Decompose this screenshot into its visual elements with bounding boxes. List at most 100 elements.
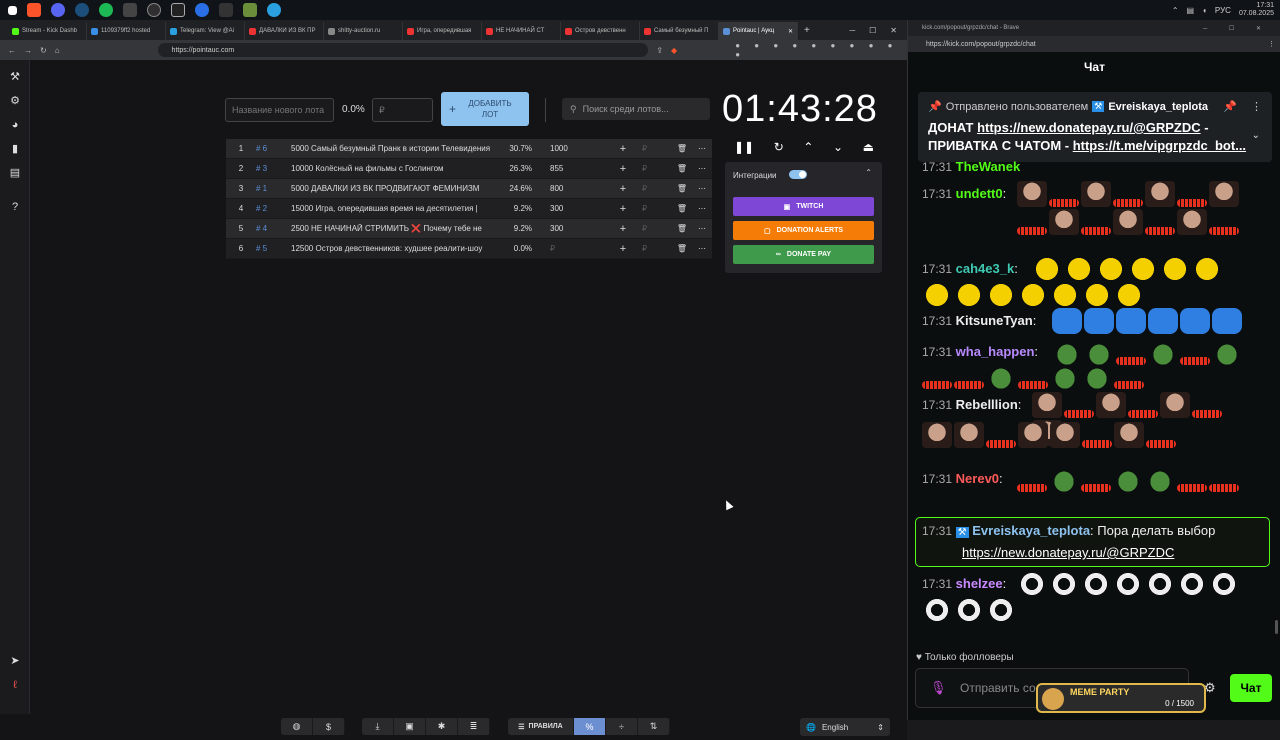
bug-icon[interactable]: ✱ bbox=[426, 718, 458, 735]
message-user[interactable]: cah4e3_k bbox=[956, 261, 1015, 276]
reload-icon[interactable]: ↻ bbox=[40, 46, 47, 55]
url-field[interactable]: https://pointauc.com bbox=[157, 43, 649, 57]
row-add-input[interactable]: ₽ bbox=[634, 144, 664, 153]
back-icon[interactable]: ← bbox=[8, 46, 16, 55]
table-row[interactable]: 1 # 6 5000 Самый безумный Пранк в истори… bbox=[226, 139, 712, 159]
twitch-button[interactable]: ▣ TWITCH bbox=[733, 197, 874, 216]
row-name[interactable]: 5000 ДАВАЛКИ ИЗ ВК ПРОДВИГАЮТ ФЕМИНИЗМ bbox=[291, 184, 497, 193]
auction-hammer-icon[interactable]: ⚒ bbox=[8, 70, 22, 84]
tab-hosted[interactable]: 1109379ff2 hosted bbox=[87, 22, 166, 40]
address-bar[interactable]: https://kick.com/popout/grpzdc/chat ⋮ bbox=[908, 36, 1280, 52]
delete-icon[interactable]: 🗑 bbox=[672, 184, 692, 193]
row-name[interactable]: 15000 Игра, опередившая время на десятил… bbox=[291, 204, 497, 213]
more-icon[interactable]: ⋯ bbox=[692, 224, 712, 233]
gear-icon[interactable]: ⚙ bbox=[8, 94, 22, 108]
new-lot-name-input[interactable] bbox=[225, 98, 334, 122]
row-amount-input[interactable]: ₽ bbox=[542, 244, 590, 253]
pinned-user[interactable]: Evreiskaya_teplota bbox=[1108, 101, 1208, 113]
window-controls[interactable]: ─ ☐ ✕ bbox=[1203, 25, 1280, 32]
row-add-input[interactable]: ₽ bbox=[634, 224, 664, 233]
tab-pointauc[interactable]: Pointauc | Аукц ✕ bbox=[719, 22, 798, 40]
tab-kick-dashboard[interactable]: Stream - Kick Dashb bbox=[8, 22, 87, 40]
row-id[interactable]: # 5 bbox=[256, 244, 291, 253]
volume-icon[interactable]: ◖ bbox=[1202, 6, 1207, 15]
message-user[interactable]: KitsuneTyan bbox=[956, 313, 1033, 328]
delete-icon[interactable]: 🗑 bbox=[672, 244, 692, 253]
delete-icon[interactable]: 🗑 bbox=[672, 144, 692, 153]
chevron-down-icon[interactable]: ⌄ bbox=[1252, 130, 1260, 141]
microphone-icon[interactable]: 🎙 bbox=[930, 680, 947, 696]
home-icon[interactable]: ⌂ bbox=[55, 46, 60, 55]
app-icon-green[interactable] bbox=[243, 3, 257, 17]
telegram-icon[interactable]: ➤ bbox=[8, 654, 22, 668]
reset-icon[interactable]: ↻ bbox=[774, 140, 784, 156]
table-row[interactable]: 3 # 1 5000 ДАВАЛКИ ИЗ ВК ПРОДВИГАЮТ ФЕМИ… bbox=[226, 179, 712, 199]
row-id[interactable]: # 2 bbox=[256, 204, 291, 213]
row-id[interactable]: # 6 bbox=[256, 144, 291, 153]
unpin-icon[interactable]: 📌 bbox=[1223, 100, 1237, 113]
row-add-input[interactable]: ₽ bbox=[634, 204, 664, 213]
sort-icon[interactable]: ⇅ bbox=[638, 718, 670, 735]
chat-scrollbar[interactable] bbox=[1275, 620, 1278, 634]
message-user[interactable]: wha_happen bbox=[956, 344, 1035, 359]
row-id[interactable]: # 3 bbox=[256, 164, 291, 173]
brave-shield-icon[interactable]: ◆ bbox=[671, 46, 677, 55]
divide-icon[interactable]: ÷ bbox=[606, 718, 638, 735]
rules-button[interactable]: ☰ ПРАВИЛА bbox=[508, 718, 574, 735]
more-icon[interactable]: ⋮ bbox=[1251, 100, 1262, 113]
spotify-icon[interactable] bbox=[99, 3, 113, 17]
brave-icon[interactable] bbox=[27, 3, 41, 17]
row-name[interactable]: 5000 Самый безумный Пранк в истории Теле… bbox=[291, 144, 497, 153]
new-lot-amount-input[interactable] bbox=[372, 98, 433, 122]
download-icon[interactable]: ⤓ bbox=[362, 718, 394, 735]
table-row[interactable]: 4 # 2 15000 Игра, опередившая время на д… bbox=[226, 199, 712, 219]
message-user[interactable]: Rebelllion bbox=[956, 397, 1018, 412]
integrations-toggle[interactable] bbox=[789, 170, 807, 179]
clear-icon[interactable]: ≣ bbox=[458, 718, 490, 735]
tray-chevron-icon[interactable]: ⌃ bbox=[1172, 6, 1179, 15]
obs-icon[interactable] bbox=[147, 3, 161, 17]
table-row[interactable]: 6 # 5 12500 Остров девственников: худшее… bbox=[226, 239, 712, 259]
chevron-down-icon[interactable]: ⌄ bbox=[833, 140, 843, 156]
chevron-up-icon[interactable]: ⌃ bbox=[865, 168, 872, 177]
message-user[interactable]: Evreiskaya_teplota bbox=[972, 523, 1090, 538]
wheel-icon[interactable]: ◕ bbox=[8, 118, 22, 132]
app-icon-blue[interactable] bbox=[195, 3, 209, 17]
message-user[interactable]: Nerev0 bbox=[956, 471, 999, 486]
delete-icon[interactable]: 🗑 bbox=[672, 204, 692, 213]
message-user[interactable]: shelzee bbox=[956, 576, 1003, 591]
maximize-icon[interactable]: ☐ bbox=[869, 26, 876, 35]
message-user[interactable]: undett0 bbox=[956, 186, 1003, 201]
table-row[interactable]: 5 # 4 2500 НЕ НАЧИНАЙ СТРИМИТЬ ❌ Почему … bbox=[226, 219, 712, 239]
wifi-icon[interactable]: ▤ bbox=[1187, 6, 1195, 15]
message-user[interactable]: TheWanek bbox=[956, 159, 1021, 174]
keyboard-language[interactable]: РУС bbox=[1215, 6, 1231, 15]
language-select[interactable]: 🌐 English ⇕ bbox=[800, 718, 890, 736]
more-icon[interactable]: ⋯ bbox=[692, 144, 712, 153]
row-id[interactable]: # 1 bbox=[256, 184, 291, 193]
close-tab-icon[interactable]: ✕ bbox=[788, 28, 793, 35]
add-amount-icon[interactable]: + bbox=[612, 143, 634, 155]
percent-toggle[interactable]: % bbox=[574, 718, 606, 735]
delete-icon[interactable]: 🗑 bbox=[672, 224, 692, 233]
pause-icon[interactable]: ❚❚ bbox=[734, 140, 754, 156]
more-icon[interactable]: ⋯ bbox=[692, 244, 712, 253]
meme-party-widget[interactable]: MEME PARTY 0 / 1500 bbox=[1036, 683, 1206, 713]
donation-icon[interactable]: ℓ bbox=[8, 678, 22, 692]
row-add-input[interactable]: ₽ bbox=[634, 184, 664, 193]
row-name[interactable]: 12500 Остров девственников: худшее реали… bbox=[291, 244, 497, 253]
more-icon[interactable]: ⋯ bbox=[692, 184, 712, 193]
delete-icon[interactable]: 🗑 bbox=[672, 164, 692, 173]
share-icon[interactable]: ⇪ bbox=[656, 46, 663, 55]
tab-shitty-auction[interactable]: shitty-auction.ru bbox=[324, 22, 403, 40]
row-name[interactable]: 2500 НЕ НАЧИНАЙ СТРИМИТЬ ❌ Почему тебе н… bbox=[291, 224, 497, 233]
double-up-icon[interactable]: ⏏ bbox=[863, 140, 874, 156]
row-id[interactable]: # 4 bbox=[256, 224, 291, 233]
table-row[interactable]: 2 # 3 10000 Колёсный на фильмы с Гослинг… bbox=[226, 159, 712, 179]
tab-youtube-1[interactable]: ДАВАЛКИ ИЗ ВК ПР bbox=[245, 22, 324, 40]
add-amount-icon[interactable]: + bbox=[612, 243, 634, 255]
row-name[interactable]: 10000 Колёсный на фильмы с Гослингом bbox=[291, 164, 497, 173]
forward-icon[interactable]: → bbox=[24, 46, 32, 55]
minimize-icon[interactable]: ─ bbox=[849, 26, 855, 35]
more-icon[interactable]: ⋯ bbox=[692, 204, 712, 213]
